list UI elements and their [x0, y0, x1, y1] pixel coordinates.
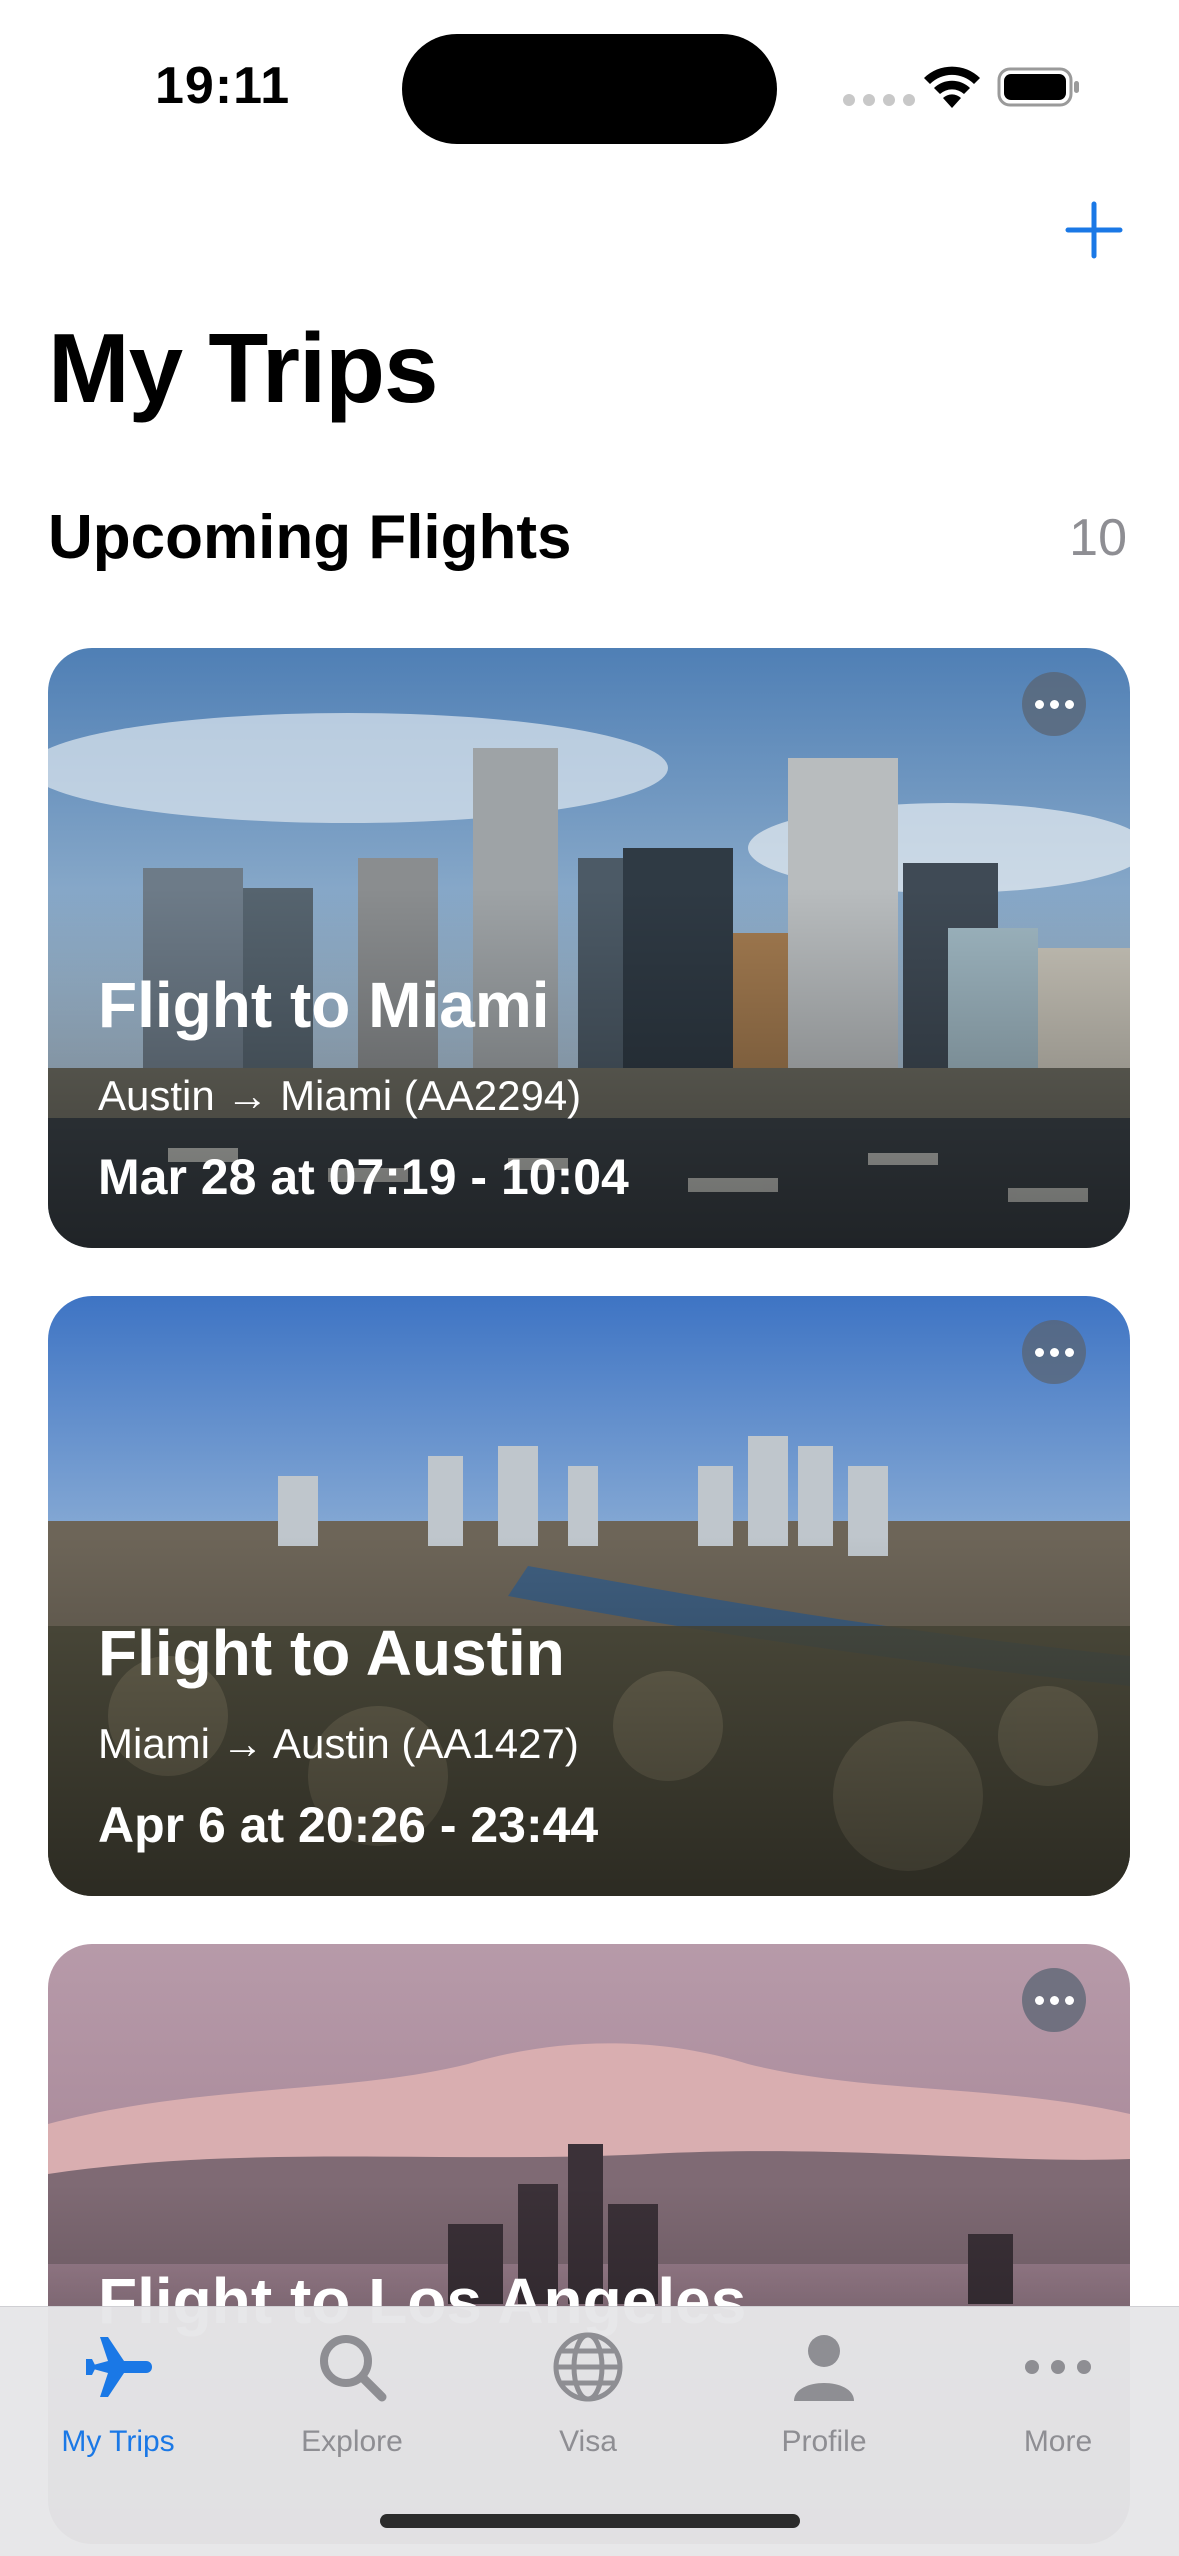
trip-title: Flight to Austin	[98, 1617, 565, 1689]
tab-explore[interactable]: Explore	[252, 2327, 452, 2477]
tab-label: More	[1023, 2425, 1093, 2458]
trip-time: Apr 6 at 20:26 - 23:44	[98, 1797, 599, 1853]
trip-card-austin[interactable]: Flight to Austin Miami → Austin (AA1427)…	[48, 1296, 1130, 1896]
trip-title: Flight to Miami	[98, 969, 550, 1041]
dynamic-island	[402, 34, 777, 144]
cellular-signal-icon	[843, 94, 915, 106]
trip-time: Mar 28 at 07:19 - 10:04	[98, 1149, 629, 1205]
tab-visa[interactable]: Visa	[488, 2327, 688, 2477]
home-indicator	[380, 2514, 800, 2528]
globe-icon	[553, 2332, 623, 2402]
tab-label: Visa	[559, 2425, 617, 2458]
trip-options-button[interactable]	[1022, 672, 1086, 736]
trip-route: Austin → Miami (AA2294)	[98, 1072, 582, 1119]
battery-icon	[997, 67, 1079, 107]
tab-label: My Trips	[61, 2425, 175, 2458]
add-trip-button[interactable]	[1064, 200, 1124, 260]
status-time: 19:11	[155, 57, 291, 115]
page-title: My Trips	[48, 313, 439, 423]
trip-options-button[interactable]	[1022, 1968, 1086, 2032]
trip-route: Miami → Austin (AA1427)	[98, 1720, 579, 1767]
tab-label: Profile	[781, 2425, 867, 2458]
trip-options-button[interactable]	[1022, 1320, 1086, 1384]
trip-card-miami[interactable]: Flight to Miami Austin → Miami (AA2294) …	[48, 648, 1130, 1248]
person-icon	[794, 2335, 854, 2401]
tab-profile[interactable]: Profile	[724, 2327, 924, 2477]
section-title: Upcoming Flights	[48, 503, 572, 572]
ellipsis-icon	[1025, 2360, 1091, 2374]
section-count: 10	[1069, 509, 1127, 567]
tab-label: Explore	[301, 2425, 403, 2458]
airplane-icon	[86, 2337, 152, 2397]
tab-more[interactable]: More	[958, 2327, 1158, 2477]
tab-my-trips[interactable]: My Trips	[18, 2327, 218, 2477]
search-icon	[320, 2335, 387, 2402]
wifi-icon	[924, 66, 980, 108]
